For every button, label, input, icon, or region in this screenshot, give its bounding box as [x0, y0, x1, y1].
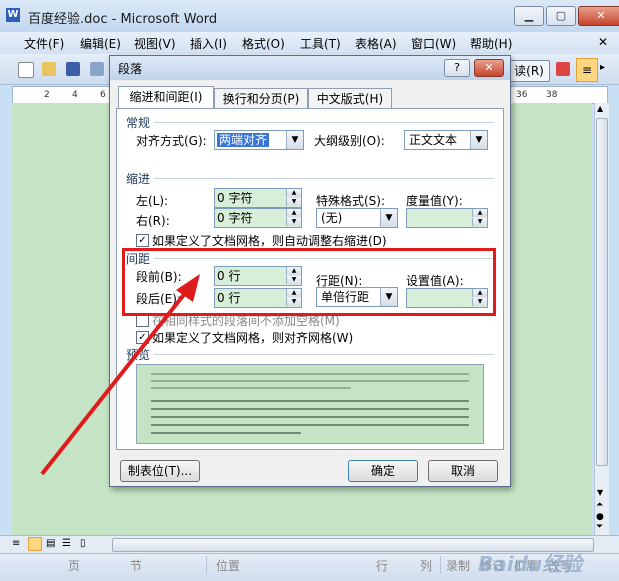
annotation-arrow: [40, 274, 200, 476]
